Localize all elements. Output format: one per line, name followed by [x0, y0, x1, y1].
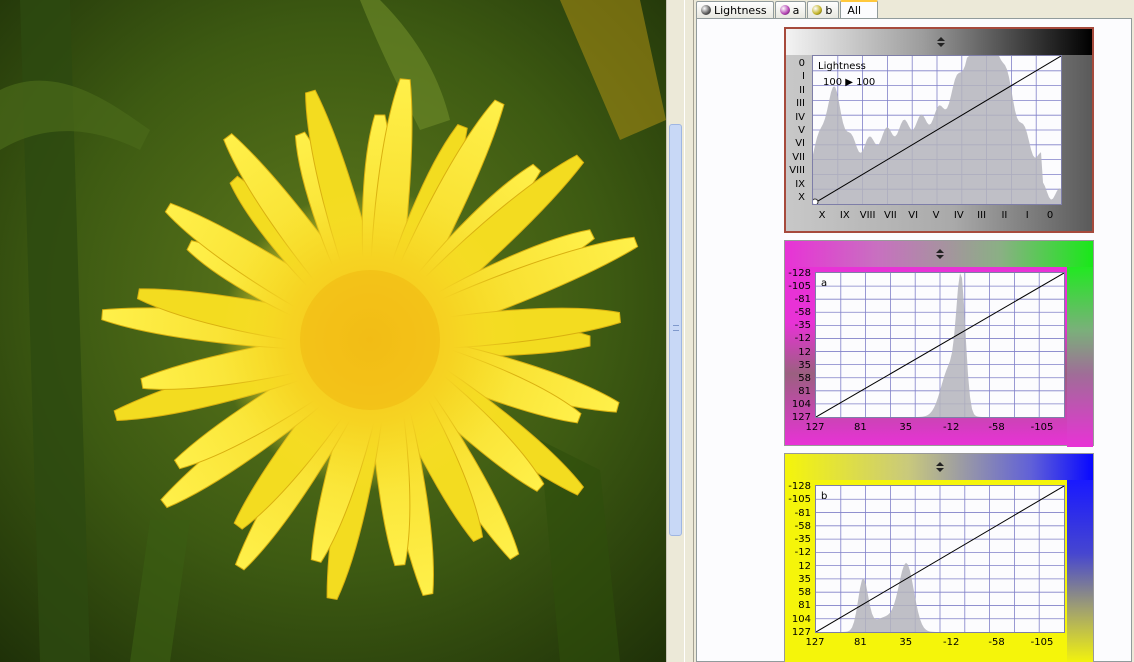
a-graph-label: a: [821, 278, 828, 289]
y-tick-label: -12: [794, 547, 811, 559]
x-tick-label: -12: [943, 422, 960, 433]
y-tick-label: IV: [795, 111, 805, 123]
panel-splitter[interactable]: [684, 0, 694, 662]
a-graph[interactable]: a: [815, 272, 1065, 418]
y-tick-label: 35: [798, 573, 811, 585]
y-tick-label: 81: [798, 385, 811, 397]
x-tick-label: X: [818, 210, 826, 221]
x-tick-label: -12: [943, 637, 960, 648]
x-tick-label: VII: [884, 210, 897, 221]
x-tick-label: V: [932, 210, 940, 221]
y-tick-label: -58: [794, 520, 811, 532]
curves-content: Lightness 100 ▶ 100 0 I II III IV V VI VII VIII I…: [696, 18, 1132, 662]
x-tick-label: II: [1001, 210, 1008, 221]
x-tick-label: -105: [1030, 422, 1054, 433]
curve-control-point[interactable]: [813, 198, 819, 204]
x-tick-label: -58: [988, 422, 1005, 433]
tab-all[interactable]: All: [840, 0, 879, 19]
x-tick-label: 35: [899, 422, 913, 433]
y-tick-label: -128: [788, 268, 811, 279]
y-tick-label: V: [798, 125, 805, 136]
x-tick-label: VIII: [859, 210, 876, 221]
y-tick-label: 104: [791, 398, 811, 410]
y-tick-label: I: [802, 71, 805, 83]
y-tick-label: -58: [794, 307, 811, 319]
y-tick-label: III: [796, 98, 805, 110]
tab-a[interactable]: a: [774, 1, 807, 18]
y-tick-label: 12: [798, 560, 811, 572]
lightness-graph-label: Lightness: [818, 61, 866, 72]
y-tick-label: -35: [794, 534, 811, 546]
image-viewer[interactable]: [0, 0, 666, 662]
y-tick-label: -105: [788, 281, 811, 293]
a-curve-panel: a -128 -105 -81 -58 -35 -12 12 35 58 81 104 127 127…: [784, 240, 1094, 447]
b-graph-label: b: [821, 491, 828, 502]
x-tick-label: 81: [854, 422, 867, 433]
collapse-arrows-icon[interactable]: [935, 36, 947, 48]
y-tick-label: 58: [798, 587, 811, 599]
y-tick-label: IX: [795, 178, 805, 190]
x-tick-label: IV: [953, 210, 964, 221]
y-tick-label: -81: [794, 294, 811, 306]
x-tick-label: -105: [1030, 637, 1054, 648]
y-tick-label: VII: [792, 151, 805, 163]
y-tick-label: -128: [788, 481, 811, 492]
tab-label: All: [847, 4, 862, 17]
curves-panel: Lightness a b All Lightness 100 ▶ 100 0 I II I…: [694, 0, 1134, 662]
dandelion-photo: [0, 0, 666, 662]
x-tick-label: 81: [854, 637, 867, 648]
tab-label: Lightness: [714, 3, 767, 17]
scroll-thumb[interactable]: [669, 124, 682, 536]
collapse-arrows-icon[interactable]: [934, 461, 946, 473]
tab-label: a: [792, 3, 800, 17]
lightness-ball-icon: [701, 5, 711, 15]
x-tick-label: 127: [805, 422, 825, 433]
b-curve-panel: b -128 -105 -81 -58 -35 -12 12 35 58 81 104 127 127…: [784, 453, 1094, 662]
a-ball-icon: [779, 5, 790, 15]
tab-b[interactable]: b: [807, 1, 840, 18]
b-side-gradient: [1067, 480, 1093, 662]
lightness-curve-panel: Lightness 100 ▶ 100 0 I II III IV V VI VII VIII I…: [784, 27, 1094, 233]
x-tick-label: IX: [839, 210, 850, 221]
scroll-grip-icon: [673, 325, 679, 331]
x-tick-label: III: [977, 210, 987, 221]
collapse-arrows-icon[interactable]: [934, 248, 946, 260]
y-tick-label: 12: [798, 346, 811, 358]
x-tick-label: 35: [899, 637, 913, 648]
y-tick-label: X: [798, 192, 805, 203]
y-tick-label: -35: [794, 320, 811, 332]
a-side-gradient: [1067, 267, 1093, 447]
lightness-range-label: 100 ▶ 100: [823, 77, 876, 88]
tab-label: b: [825, 3, 833, 17]
x-tick-label: VI: [908, 210, 919, 221]
x-tick-label: 0: [1046, 210, 1054, 221]
y-tick-label: 58: [798, 372, 811, 384]
y-tick-label: 0: [798, 58, 805, 69]
y-tick-label: 81: [798, 600, 811, 612]
x-tick-label: I: [1025, 210, 1029, 221]
channel-tabs: Lightness a b All: [696, 0, 879, 19]
x-tick-label: -58: [988, 637, 1005, 648]
y-tick-label: II: [799, 84, 805, 96]
y-tick-label: -105: [788, 494, 811, 506]
x-tick-label: 127: [805, 637, 825, 648]
lightness-graph[interactable]: Lightness 100 ▶ 100: [812, 55, 1062, 205]
y-tick-label: VI: [795, 138, 805, 150]
b-graph[interactable]: b: [815, 485, 1065, 633]
viewer-vertical-scrollbar[interactable]: [666, 0, 684, 662]
b-ball-icon: [812, 5, 823, 15]
y-tick-label: VIII: [789, 165, 805, 177]
y-tick-label: -81: [794, 507, 811, 519]
tab-lightness[interactable]: Lightness: [696, 1, 774, 18]
y-tick-label: 104: [791, 613, 811, 625]
y-tick-label: 35: [798, 359, 811, 371]
y-tick-label: -12: [794, 333, 811, 345]
